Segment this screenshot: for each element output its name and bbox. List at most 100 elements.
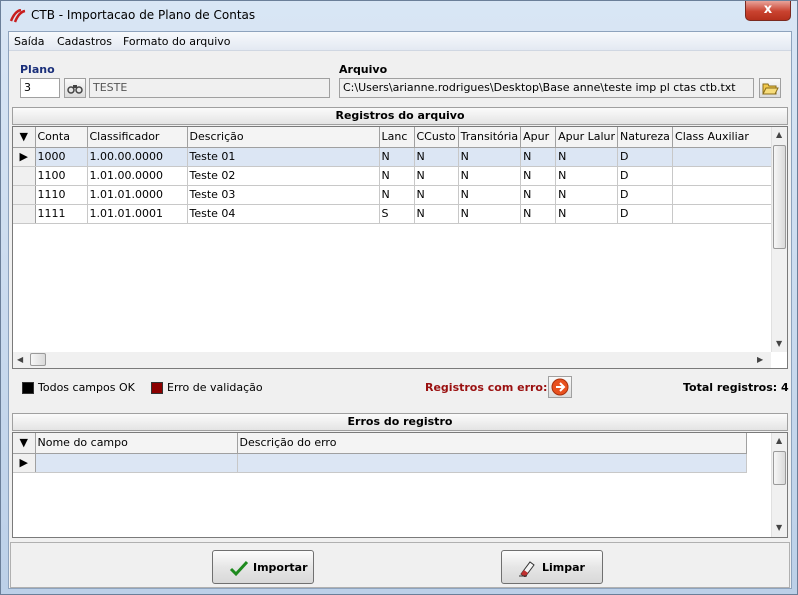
- cell-descricao-erro[interactable]: [237, 453, 747, 473]
- records-grid: ▼ Conta Classificador Descrição Lanc CCu…: [12, 126, 788, 369]
- cell-ccusto[interactable]: N: [414, 185, 459, 205]
- scroll-thumb[interactable]: [773, 451, 786, 485]
- plano-search-button[interactable]: [64, 78, 86, 98]
- col-header-lanc[interactable]: Lanc: [379, 127, 415, 148]
- folder-open-icon: [762, 83, 779, 95]
- cell-apur[interactable]: N: [520, 204, 557, 224]
- table-row[interactable]: ▶: [13, 453, 747, 473]
- errors-grid: ▼ Nome do campo Descrição do erro ▶ ▲ ▼: [12, 432, 788, 538]
- scroll-down-arrow-icon[interactable]: ▼: [776, 523, 782, 532]
- col-header-conta[interactable]: Conta: [35, 127, 88, 148]
- scroll-right-arrow-icon[interactable]: ▶: [757, 355, 763, 364]
- cell-natureza[interactable]: D: [617, 166, 674, 186]
- table-row[interactable]: 1111 1.01.01.0001 Teste 04 S N N N N D: [13, 204, 773, 224]
- cell-transitoria[interactable]: N: [458, 147, 522, 167]
- plano-code-input[interactable]: 3: [20, 78, 60, 98]
- col-header-descricao-erro[interactable]: Descrição do erro: [237, 433, 747, 454]
- cell-conta[interactable]: 1111: [35, 204, 88, 224]
- errors-section-title: Erros do registro: [12, 413, 788, 431]
- cell-classificador[interactable]: 1.01.00.0000: [87, 166, 188, 186]
- menu-cadastros[interactable]: Cadastros: [57, 35, 112, 48]
- col-header-classificador[interactable]: Classificador: [87, 127, 188, 148]
- cell-apur-lalur[interactable]: N: [555, 185, 619, 205]
- row-indicator[interactable]: [13, 185, 36, 205]
- cell-class-auxiliar[interactable]: [672, 147, 773, 167]
- cell-transitoria[interactable]: N: [458, 166, 522, 186]
- col-header-transitoria[interactable]: Transitória: [458, 127, 522, 148]
- col-header-apur-lalur[interactable]: Apur Lalur: [555, 127, 619, 148]
- row-indicator[interactable]: [13, 166, 36, 186]
- scroll-thumb[interactable]: [773, 145, 786, 249]
- table-row[interactable]: ▶ 1000 1.00.00.0000 Teste 01 N N N N N D: [13, 147, 773, 167]
- cell-classificador[interactable]: 1.01.01.0000: [87, 185, 188, 205]
- cell-natureza[interactable]: D: [617, 147, 674, 167]
- scroll-up-arrow-icon[interactable]: ▲: [776, 130, 782, 139]
- title-bar: CTB - Importacao de Plano de Contas x: [1, 1, 797, 31]
- col-header-nome-campo[interactable]: Nome do campo: [35, 433, 238, 454]
- cell-transitoria[interactable]: N: [458, 185, 522, 205]
- cell-descricao[interactable]: Teste 01: [187, 147, 380, 167]
- arquivo-label: Arquivo: [339, 63, 388, 76]
- import-button[interactable]: Importar: [212, 550, 314, 584]
- row-indicator[interactable]: ▶: [13, 147, 36, 167]
- menu-saida[interactable]: Saída: [14, 35, 45, 48]
- next-error-button[interactable]: [548, 376, 572, 398]
- col-header-natureza[interactable]: Natureza: [617, 127, 674, 148]
- cell-conta[interactable]: 1110: [35, 185, 88, 205]
- cell-ccusto[interactable]: N: [414, 166, 459, 186]
- col-header-class-auxiliar[interactable]: Class Auxiliar: [672, 127, 773, 148]
- cell-lanc[interactable]: N: [379, 185, 415, 205]
- clear-button[interactable]: Limpar: [501, 550, 603, 584]
- col-header-ccusto[interactable]: CCusto: [414, 127, 459, 148]
- cell-ccusto[interactable]: N: [414, 204, 459, 224]
- cell-class-auxiliar[interactable]: [672, 185, 773, 205]
- cell-conta[interactable]: 1100: [35, 166, 88, 186]
- header-indicator[interactable]: ▼: [13, 433, 36, 454]
- cell-class-auxiliar[interactable]: [672, 204, 773, 224]
- cell-ccusto[interactable]: N: [414, 147, 459, 167]
- cell-nome-campo[interactable]: [35, 453, 238, 473]
- cell-classificador[interactable]: 1.00.00.0000: [87, 147, 188, 167]
- arquivo-path-field[interactable]: C:\Users\arianne.rodrigues\Desktop\Base …: [339, 78, 754, 98]
- cell-lanc[interactable]: S: [379, 204, 415, 224]
- cell-apur-lalur[interactable]: N: [555, 166, 619, 186]
- cell-natureza[interactable]: D: [617, 204, 674, 224]
- row-indicator[interactable]: [13, 204, 36, 224]
- errors-vertical-scrollbar[interactable]: ▲ ▼: [771, 433, 787, 537]
- cell-apur[interactable]: N: [520, 166, 557, 186]
- records-vertical-scrollbar[interactable]: ▲ ▼: [771, 127, 787, 352]
- row-indicator[interactable]: ▶: [13, 453, 36, 473]
- legend-ok-swatch: [22, 382, 34, 394]
- cell-apur[interactable]: N: [520, 147, 557, 167]
- cell-apur-lalur[interactable]: N: [555, 204, 619, 224]
- open-file-button[interactable]: [759, 78, 781, 98]
- scroll-left-arrow-icon[interactable]: ◀: [17, 355, 23, 364]
- cell-descricao[interactable]: Teste 04: [187, 204, 380, 224]
- header-indicator[interactable]: ▼: [13, 127, 36, 148]
- scroll-down-arrow-icon[interactable]: ▼: [776, 339, 782, 348]
- records-with-error-count: Registros com erro: 0: [425, 381, 559, 394]
- menu-formato-arquivo[interactable]: Formato do arquivo: [123, 35, 231, 48]
- cell-natureza[interactable]: D: [617, 185, 674, 205]
- cell-apur-lalur[interactable]: N: [555, 147, 619, 167]
- button-panel: [10, 542, 790, 588]
- col-header-descricao[interactable]: Descrição: [187, 127, 380, 148]
- close-button[interactable]: x: [745, 1, 791, 21]
- col-header-apur[interactable]: Apur: [520, 127, 557, 148]
- table-row[interactable]: 1110 1.01.01.0000 Teste 03 N N N N N D: [13, 185, 773, 205]
- cell-descricao[interactable]: Teste 02: [187, 166, 380, 186]
- scroll-thumb[interactable]: [30, 353, 46, 366]
- table-row[interactable]: 1100 1.01.00.0000 Teste 02 N N N N N D: [13, 166, 773, 186]
- cell-descricao[interactable]: Teste 03: [187, 185, 380, 205]
- cell-lanc[interactable]: N: [379, 147, 415, 167]
- cell-apur[interactable]: N: [520, 185, 557, 205]
- cell-transitoria[interactable]: N: [458, 204, 522, 224]
- records-horizontal-scrollbar[interactable]: ◀ ▶: [13, 352, 771, 368]
- legend-error-swatch: [151, 382, 163, 394]
- cell-conta[interactable]: 1000: [35, 147, 88, 167]
- cell-classificador[interactable]: 1.01.01.0001: [87, 204, 188, 224]
- scroll-up-arrow-icon[interactable]: ▲: [776, 436, 782, 445]
- cell-class-auxiliar[interactable]: [672, 166, 773, 186]
- cell-lanc[interactable]: N: [379, 166, 415, 186]
- clear-button-label: Limpar: [542, 561, 585, 574]
